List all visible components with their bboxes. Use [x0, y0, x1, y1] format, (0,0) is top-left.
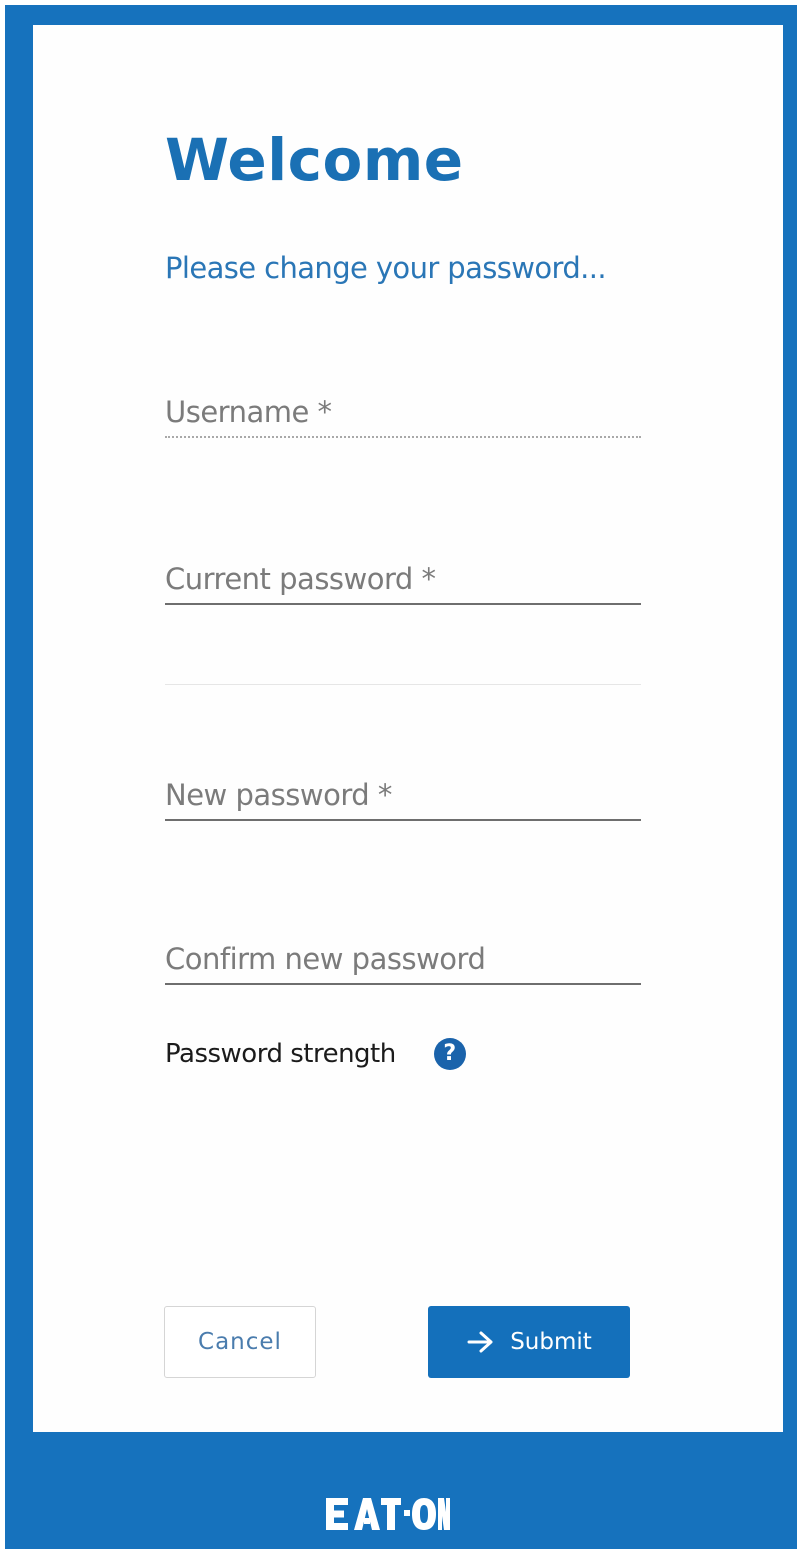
cancel-button[interactable]: Cancel [164, 1306, 316, 1378]
password-strength-row: Password strength ? [165, 1036, 466, 1072]
section-divider [165, 684, 641, 685]
arrow-right-icon [466, 1330, 496, 1354]
password-strength-label: Password strength [165, 1039, 396, 1069]
current-password-field[interactable] [165, 555, 641, 605]
confirm-password-field[interactable] [165, 935, 641, 985]
eaton-logo [326, 1498, 450, 1530]
cancel-button-label: Cancel [198, 1329, 282, 1355]
new-password-field[interactable] [165, 771, 641, 821]
username-field[interactable] [165, 388, 641, 438]
page-title: Welcome [165, 126, 464, 194]
submit-button[interactable]: Submit [428, 1306, 630, 1378]
help-question-icon[interactable]: ? [433, 1038, 466, 1070]
page-subtitle: Please change your password... [165, 251, 607, 285]
password-change-card [33, 25, 783, 1432]
submit-button-label: Submit [510, 1329, 592, 1355]
